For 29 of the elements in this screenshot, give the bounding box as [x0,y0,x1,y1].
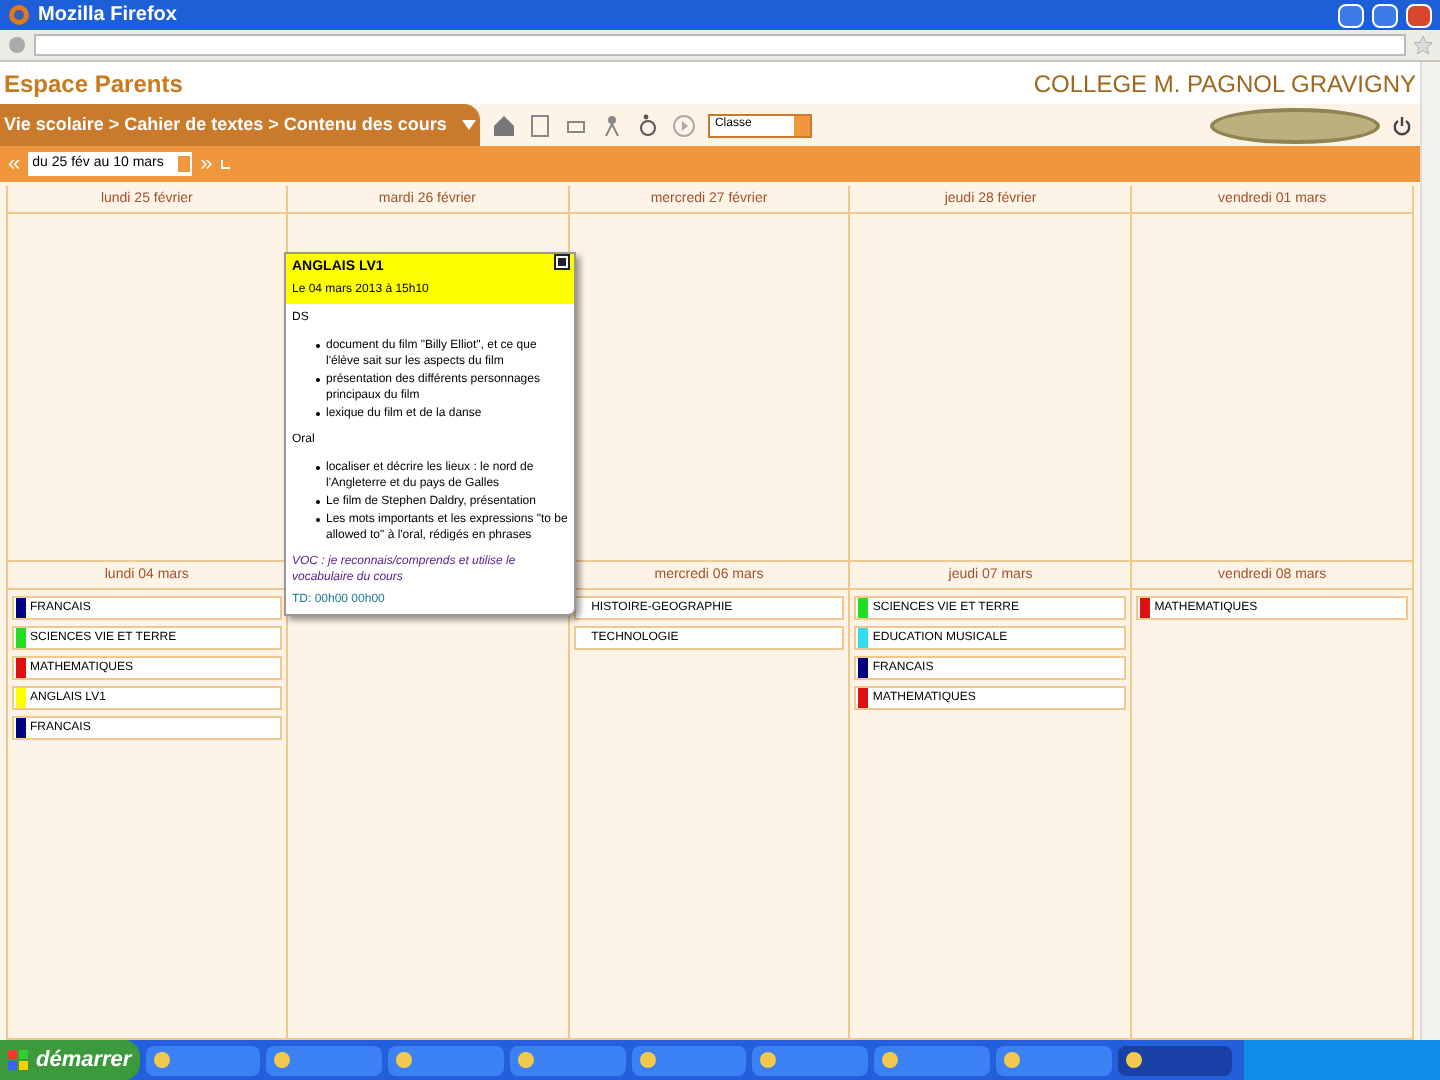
school-name: COLLEGE M. PAGNOL GRAVIGNY [1033,67,1416,101]
person-icon[interactable] [600,113,625,137]
document-icon[interactable] [528,113,553,137]
taskbar-window-button[interactable] [752,1045,869,1075]
windows-logo-icon [8,1050,28,1070]
window-title: Mozilla Firefox [38,2,177,30]
address-field[interactable] [34,34,1406,56]
close-button[interactable] [556,256,568,268]
taskbar-window-button[interactable] [509,1045,626,1075]
power-icon[interactable] [1392,115,1412,135]
corner-icon [220,159,231,169]
browser-logo-icon [8,4,30,26]
home-icon[interactable] [492,113,517,137]
maximize-button[interactable] [1372,3,1398,27]
play-icon[interactable] [672,113,697,137]
taskbar-window-button[interactable] [266,1045,383,1075]
bookmark-star-icon [1414,36,1432,54]
taskbar-window-button[interactable] [145,1045,261,1075]
caret-icon [462,120,477,130]
minimize-button[interactable] [1338,3,1364,27]
taskbar-window-button[interactable] [631,1045,747,1075]
taskbar-window-button[interactable] [1117,1045,1233,1075]
start-button[interactable]: démarrer [0,1040,140,1080]
taskbar-window-button[interactable] [388,1045,504,1075]
taskbar-window-button[interactable] [995,1045,1112,1075]
scrollbar[interactable] [1420,62,1440,1040]
taskbar-window-button[interactable] [874,1045,990,1075]
site-identity-icon [8,36,26,54]
page-title: Espace Parents [4,67,183,101]
